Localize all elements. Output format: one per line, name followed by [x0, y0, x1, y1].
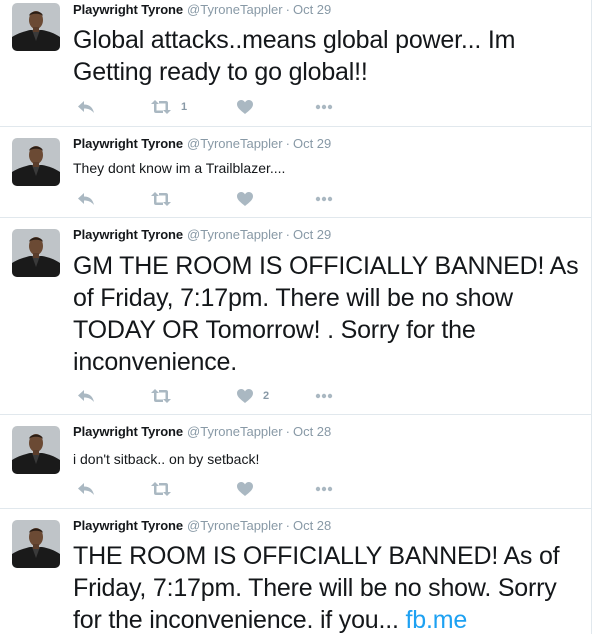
timestamp[interactable]: Oct 29 — [293, 136, 331, 151]
author-handle[interactable]: @TyroneTappler — [187, 136, 283, 151]
tweet-body: THE ROOM IS OFFICIALLY BANNED! As of Fri… — [73, 542, 560, 634]
avatar[interactable] — [12, 138, 60, 186]
tweet-header: Playwright Tyrone @TyroneTappler · Oct 29 — [73, 136, 331, 152]
retweet-button[interactable] — [151, 387, 181, 405]
tweet-header: Playwright Tyrone @TyroneTappler · Oct 29 — [73, 227, 331, 243]
tweet[interactable]: Playwright Tyrone @TyroneTappler · Oct 28 i… — [0, 415, 591, 509]
author-name[interactable]: Playwright Tyrone — [73, 518, 183, 533]
retweet-icon — [151, 389, 171, 403]
tweet-timeline: Playwright Tyrone @TyroneTappler · Oct 29 G… — [0, 0, 592, 634]
author-handle[interactable]: @TyroneTappler — [187, 2, 283, 17]
more-button[interactable] — [315, 387, 333, 405]
retweet-button[interactable] — [151, 480, 181, 498]
author-name[interactable]: Playwright Tyrone — [73, 227, 183, 242]
retweet-button[interactable]: 1 — [151, 98, 187, 116]
author-name[interactable]: Playwright Tyrone — [73, 2, 183, 17]
reply-icon — [77, 100, 95, 114]
tweet[interactable]: Playwright Tyrone @TyroneTappler · Oct 28 T… — [0, 509, 591, 634]
avatar[interactable] — [12, 520, 60, 568]
tweet-text: THE ROOM IS OFFICIALLY BANNED! As of Fri… — [73, 540, 581, 634]
timestamp[interactable]: Oct 29 — [293, 2, 331, 17]
more-button[interactable] — [315, 98, 333, 116]
retweet-icon — [151, 482, 171, 496]
separator: · — [285, 518, 290, 533]
tweet-actions — [73, 190, 373, 208]
tweet-header: Playwright Tyrone @TyroneTappler · Oct 29 — [73, 2, 331, 18]
reply-icon — [77, 192, 95, 206]
avatar[interactable] — [12, 3, 60, 51]
separator: · — [285, 136, 290, 151]
tweet-link[interactable]: fb.me — [406, 606, 468, 634]
reply-button[interactable] — [77, 480, 95, 498]
tweet-text: They dont know im a Trailblazer.... — [73, 160, 286, 176]
retweet-icon — [151, 100, 171, 114]
tweet-actions: 1 — [73, 98, 373, 116]
reply-icon — [77, 389, 95, 403]
retweet-icon — [151, 192, 171, 206]
like-button[interactable] — [237, 98, 263, 116]
separator: · — [285, 227, 290, 242]
author-handle[interactable]: @TyroneTappler — [187, 424, 283, 439]
author-name[interactable]: Playwright Tyrone — [73, 136, 183, 151]
tweet[interactable]: Playwright Tyrone @TyroneTappler · Oct 29 G… — [0, 0, 591, 127]
reply-button[interactable] — [77, 190, 95, 208]
reply-button[interactable] — [77, 98, 95, 116]
reply-icon — [77, 482, 95, 496]
author-handle[interactable]: @TyroneTappler — [187, 227, 283, 242]
like-button[interactable] — [237, 190, 263, 208]
timestamp[interactable]: Oct 28 — [293, 424, 331, 439]
like-button[interactable]: 2 — [237, 387, 269, 405]
tweet-actions — [73, 480, 373, 498]
tweet-header: Playwright Tyrone @TyroneTappler · Oct 28 — [73, 424, 331, 440]
reply-button[interactable] — [77, 387, 95, 405]
author-name[interactable]: Playwright Tyrone — [73, 424, 183, 439]
like-count: 2 — [263, 390, 270, 402]
tweet-actions: 2 — [73, 387, 373, 405]
avatar[interactable] — [12, 426, 60, 474]
tweet[interactable]: Playwright Tyrone @TyroneTappler · Oct 29 G… — [0, 218, 591, 415]
more-dots-icon — [315, 393, 333, 399]
more-dots-icon — [315, 196, 333, 202]
separator: · — [285, 2, 290, 17]
heart-icon — [237, 100, 253, 114]
heart-icon — [237, 192, 253, 206]
more-button[interactable] — [315, 480, 333, 498]
tweet-text: GM THE ROOM IS OFFICIALLY BANNED! As of … — [73, 252, 579, 376]
avatar[interactable] — [12, 229, 60, 277]
retweet-button[interactable] — [151, 190, 181, 208]
like-button[interactable] — [237, 480, 263, 498]
timestamp[interactable]: Oct 28 — [293, 518, 331, 533]
tweet-header: Playwright Tyrone @TyroneTappler · Oct 28 — [73, 518, 331, 534]
heart-icon — [237, 389, 253, 403]
more-button[interactable] — [315, 190, 333, 208]
heart-icon — [237, 482, 253, 496]
tweet[interactable]: Playwright Tyrone @TyroneTappler · Oct 29 T… — [0, 127, 591, 218]
more-dots-icon — [315, 486, 333, 492]
timestamp[interactable]: Oct 29 — [293, 227, 331, 242]
separator: · — [285, 424, 290, 439]
retweet-count: 1 — [181, 101, 188, 113]
author-handle[interactable]: @TyroneTappler — [187, 518, 283, 533]
tweet-text: i don't sitback.. on by setback! — [73, 451, 260, 467]
more-dots-icon — [315, 104, 333, 110]
tweet-text: Global attacks..means global power... Im… — [73, 26, 516, 86]
